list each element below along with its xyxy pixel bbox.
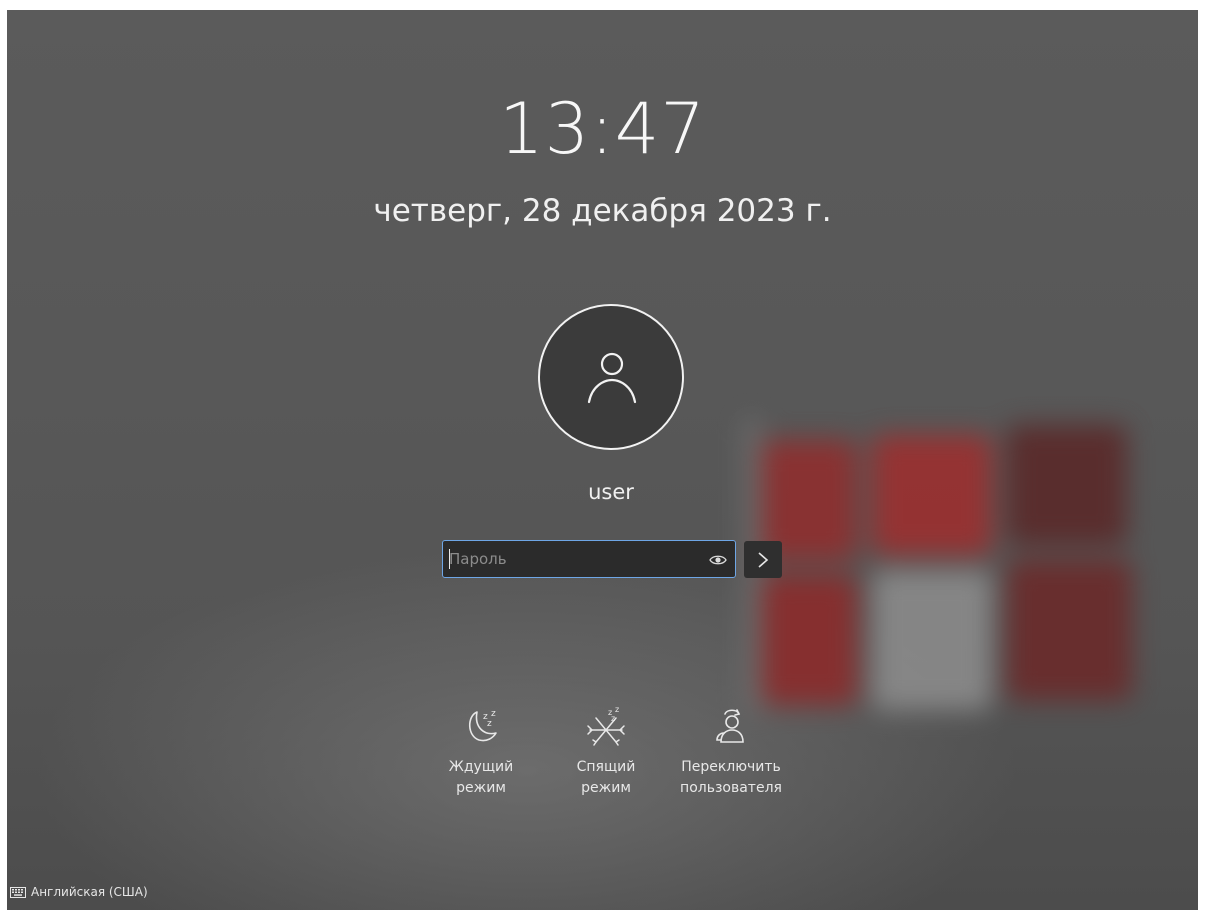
svg-text:z: z [491,709,496,719]
snowflake-sleep-icon: z z z [587,706,625,746]
suspend-button[interactable]: z z z Ждущий режим [436,706,526,799]
svg-text:z: z [615,706,619,714]
wallpaper-cube-image [742,405,1142,735]
avatar [538,304,684,450]
clock-date: четверг, 28 декабря 2023 г. [373,193,832,229]
eye-icon[interactable] [709,552,727,571]
switch-user-icon [716,709,744,743]
keyboard-layout-indicator[interactable]: Английская (США) [10,885,148,899]
suspend-label: Ждущий режим [448,759,514,796]
moon-sleep-icon: z z z [468,709,497,742]
password-input[interactable] [449,548,699,570]
login-submit-button[interactable] [744,541,782,578]
switch-user-label: Переключить пользователя [680,759,782,796]
hibernate-button[interactable]: z z z Спящий режим [561,706,651,799]
user-icon [587,352,637,404]
username: user [588,480,634,504]
svg-text:z: z [487,719,492,729]
chevron-right-icon [758,552,769,568]
svg-text:z: z [611,714,615,723]
switch-user-button[interactable]: Переключить пользователя [656,706,806,799]
lock-screen: 13:47 четверг, 28 декабря 2023 г. user z… [0,0,1205,910]
keyboard-icon [10,886,26,898]
clock-time: 13:47 [499,88,706,170]
keyboard-layout-label: Английская (США) [31,885,148,899]
hibernate-label: Спящий режим [576,759,636,796]
password-field[interactable] [442,540,736,578]
